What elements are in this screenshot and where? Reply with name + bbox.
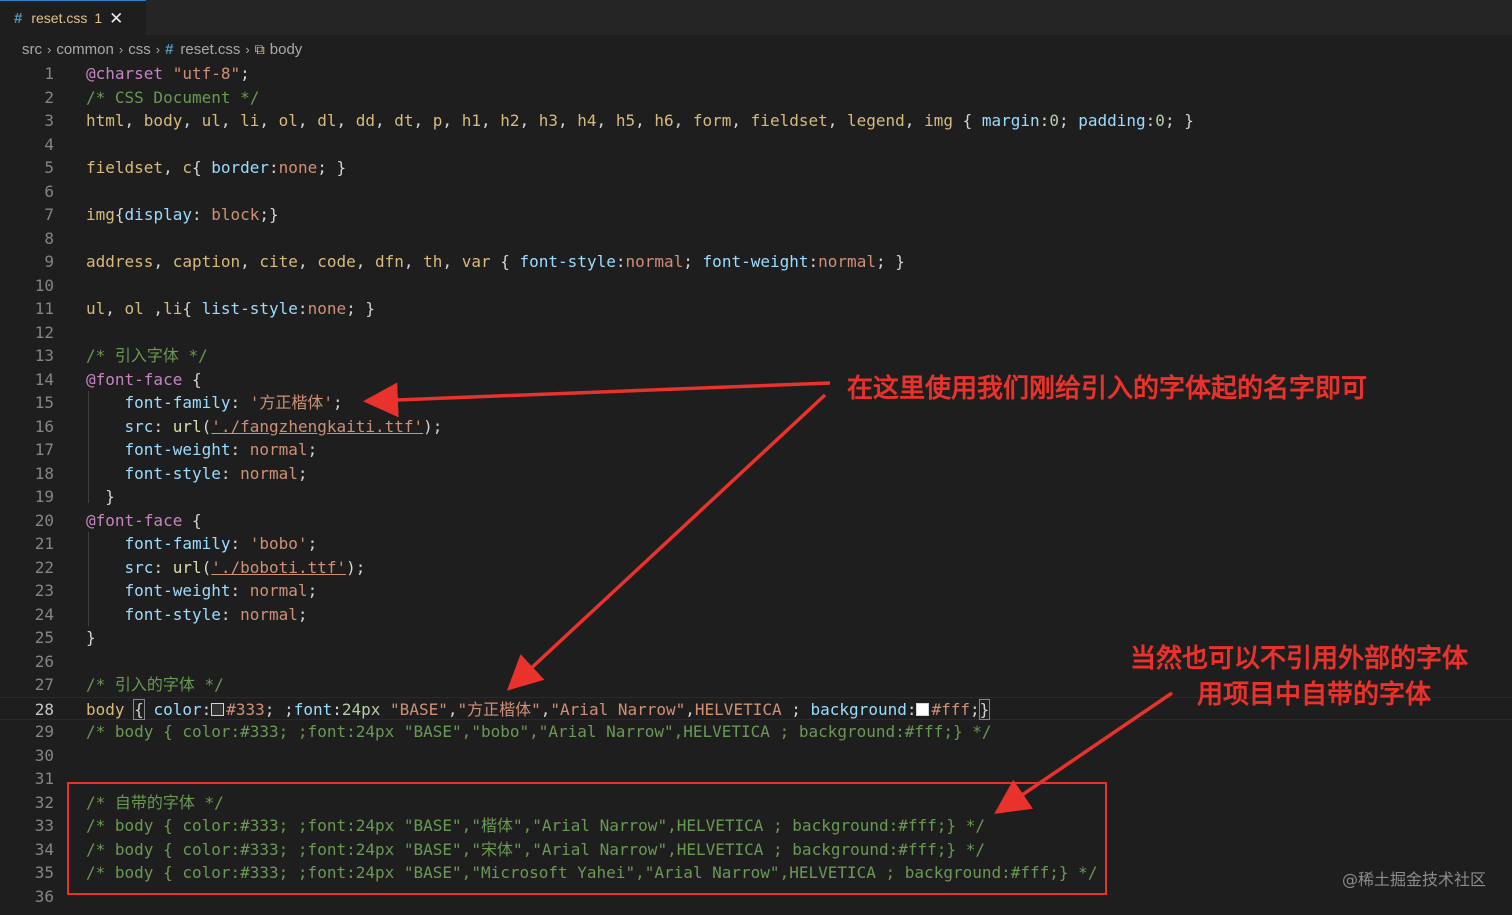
arrow-to-body-font — [506, 393, 827, 691]
watermark: @稀土掘金技术社区 — [1341, 870, 1486, 889]
annotation-builtin-fonts-2: 用项目中自带的字体 — [1197, 680, 1432, 710]
builtin-fonts-highlight-box — [67, 782, 1107, 895]
arrow-to-font-family — [363, 381, 831, 418]
annotation-use-font-name: 在这里使用我们刚给引入的字体起的名字即可 — [847, 374, 1368, 404]
annotation-builtin-fonts-1: 当然也可以不引用外部的字体 — [1130, 644, 1469, 674]
annotation-arrows — [363, 381, 1173, 814]
